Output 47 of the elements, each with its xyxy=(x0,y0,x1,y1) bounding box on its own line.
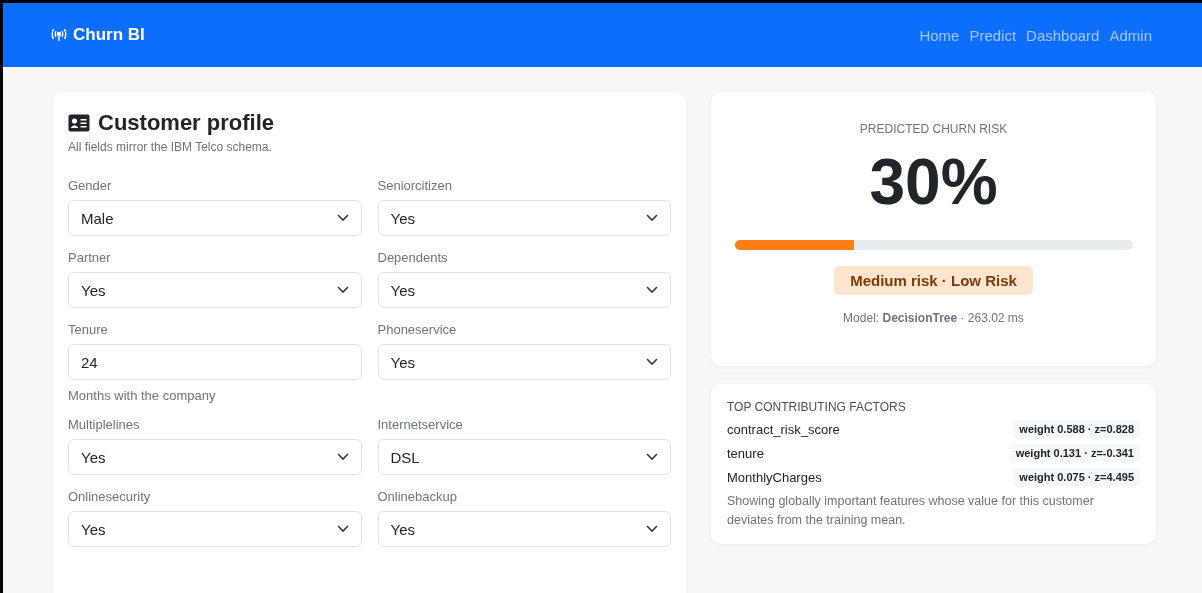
risk-badge: Medium risk · Low Risk xyxy=(834,266,1033,295)
weight-badge: weight 0.588 · z=0.828 xyxy=(1013,420,1140,438)
field-label: Onlinebackup xyxy=(377,489,458,504)
select-field[interactable]: DSL xyxy=(377,439,671,475)
chevron-down-icon xyxy=(336,525,349,533)
select-field[interactable]: Yes xyxy=(377,200,671,236)
field-label: Seniorcitizen xyxy=(377,178,453,193)
field-label: Internetservice xyxy=(377,417,464,432)
factor-name: contract_risk_score xyxy=(727,421,840,437)
chevron-down-icon xyxy=(336,286,349,294)
risk-percentage: 30% xyxy=(869,150,998,214)
field-label: Multiplelines xyxy=(68,417,141,432)
card-title: Customer profile xyxy=(98,110,275,136)
field-label: Partner xyxy=(68,250,112,265)
risk-heading: PREDICTED CHURN RISK xyxy=(859,122,1008,136)
input-field[interactable]: 24 xyxy=(68,344,362,380)
weight-badge: weight 0.075 · z=4.495 xyxy=(1013,468,1140,486)
select-field[interactable]: Yes xyxy=(68,511,362,547)
chevron-down-icon xyxy=(646,358,658,366)
select-field[interactable]: Yes xyxy=(377,511,671,547)
card-subtitle: All fields mirror the IBM Telco schema. xyxy=(68,140,273,154)
broadcast-icon xyxy=(51,28,67,42)
field-label: Onlinesecurity xyxy=(68,489,152,504)
id-card-icon xyxy=(68,114,90,132)
select-field[interactable]: Yes xyxy=(68,439,362,475)
select-field[interactable]: Yes xyxy=(377,272,671,308)
weight-badge: weight 0.131 · z=-0.341 xyxy=(1009,444,1140,462)
field-label: Dependents xyxy=(377,250,449,265)
factor-name: tenure xyxy=(727,445,764,461)
select-field[interactable]: Yes xyxy=(377,344,671,380)
brand-link[interactable]: Churn BI xyxy=(51,25,145,45)
select-field[interactable]: Yes xyxy=(68,272,362,308)
field-label: Tenure xyxy=(68,322,109,337)
chevron-down-icon xyxy=(336,453,349,461)
field-label: Phoneservice xyxy=(377,322,458,337)
factors-note: Showing globally important features whose value for this customer deviates from the training mean. xyxy=(727,493,1095,529)
factors-heading: TOP CONTRIBUTING FACTORS xyxy=(727,400,907,414)
chevron-down-icon xyxy=(646,453,658,461)
chevron-down-icon xyxy=(336,214,349,222)
chevron-down-icon xyxy=(646,286,658,294)
chevron-down-icon xyxy=(646,525,658,533)
field-label: Gender xyxy=(68,178,113,193)
model-info: Model: DecisionTree · 263.02 ms xyxy=(843,311,1024,325)
help-text: Months with the company xyxy=(68,388,217,403)
select-field[interactable]: Male xyxy=(68,200,362,236)
factor-name: MonthlyCharges xyxy=(727,469,822,485)
chevron-down-icon xyxy=(646,214,658,222)
